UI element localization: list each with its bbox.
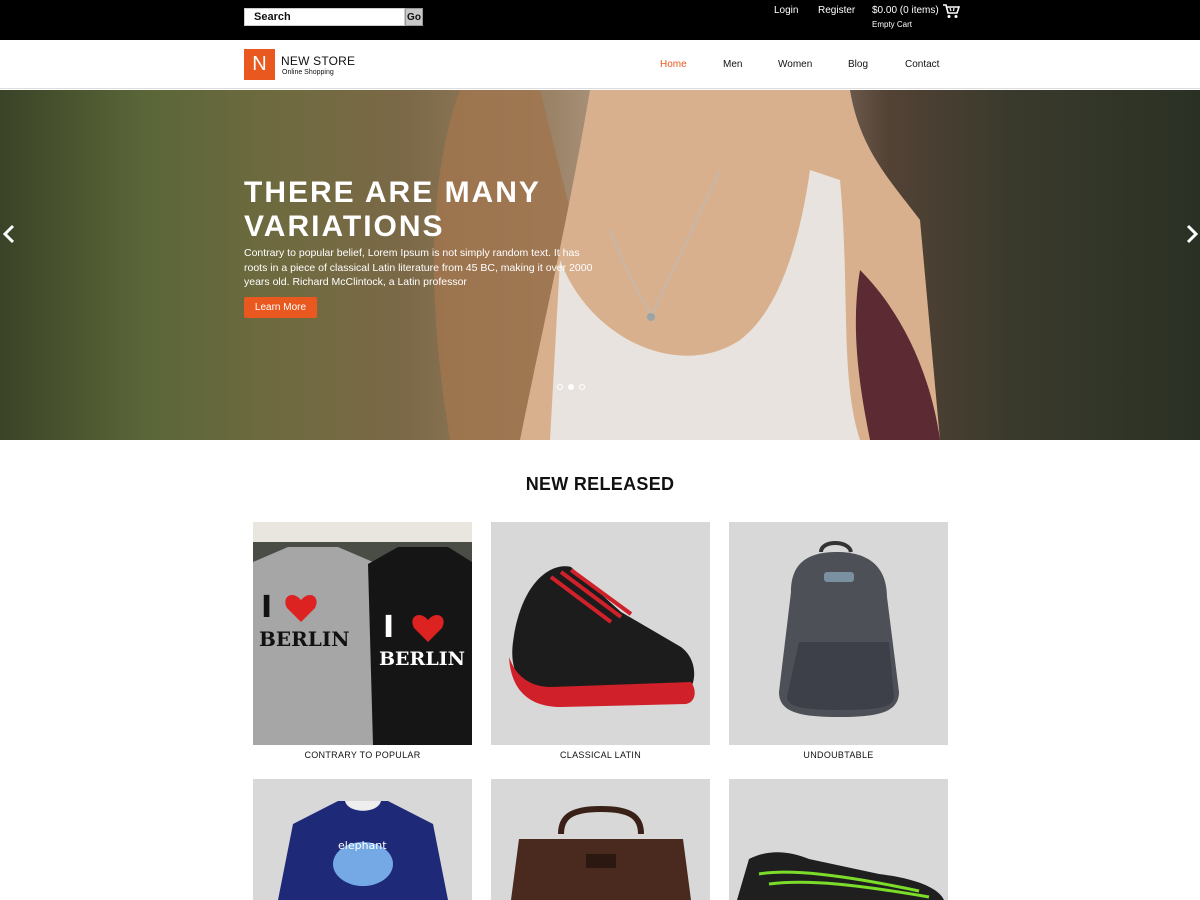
nav-contact[interactable]: Contact [905, 59, 939, 70]
chevron-left-icon[interactable] [0, 223, 20, 245]
search-go-button[interactable]: Go [405, 8, 423, 26]
logo-subtitle: Online Shopping [282, 69, 334, 76]
cart-icon[interactable] [942, 3, 960, 19]
product-image-sneaker-green[interactable] [729, 779, 948, 900]
product-image-backpack[interactable] [729, 522, 948, 745]
slider-dot-2[interactable] [568, 384, 574, 390]
logo-mark[interactable]: N [244, 49, 275, 80]
chevron-right-icon[interactable] [1182, 223, 1200, 245]
product-card[interactable] [491, 779, 710, 900]
main-header: N NEW STORE Online Shopping Home Men Wom… [0, 40, 1200, 89]
login-link[interactable]: Login [774, 5, 798, 16]
search-placeholder: Search [254, 11, 291, 23]
top-bar: Search Go Login Register $0.00 (0 items)… [0, 0, 1200, 40]
section-title: NEW RELEASED [525, 474, 675, 494]
svg-text:I: I [383, 610, 394, 645]
product-card[interactable]: I BERLIN I BERLIN CONTRARY TO POPULAR [253, 522, 472, 760]
product-image-tshirt-elephant[interactable]: elephant [253, 779, 472, 900]
product-caption[interactable]: CLASSICAL LATIN [491, 750, 710, 760]
search-input[interactable]: Search [244, 8, 405, 26]
learn-more-button[interactable]: Learn More [244, 297, 317, 318]
hero-slider: THERE ARE MANY VARIATIONS Contrary to po… [0, 90, 1200, 440]
svg-text:BERLIN: BERLIN [379, 648, 465, 670]
product-image-leather-bag[interactable] [491, 779, 710, 900]
slider-dot-3[interactable] [579, 384, 585, 390]
product-card[interactable]: UNDOUBTABLE [729, 522, 948, 760]
hero-text: Contrary to popular belief, Lorem Ipsum … [244, 247, 593, 288]
cart-status: Empty Cart [872, 20, 913, 29]
product-card[interactable]: elephant [253, 779, 472, 900]
svg-text:BERLIN: BERLIN [259, 627, 349, 651]
slider-dot-1[interactable] [557, 384, 563, 390]
register-link[interactable]: Register [818, 5, 855, 16]
product-image-tshirts[interactable]: I BERLIN I BERLIN [253, 522, 472, 745]
logo-title[interactable]: NEW STORE [281, 54, 355, 68]
nav-blog[interactable]: Blog [848, 59, 868, 70]
nav-home[interactable]: Home [660, 59, 687, 70]
svg-text:elephant: elephant [338, 839, 387, 852]
svg-text:I: I [261, 590, 272, 625]
hero-title: THERE ARE MANY VARIATIONS [244, 176, 541, 243]
product-caption[interactable]: UNDOUBTABLE [729, 750, 948, 760]
nav-men[interactable]: Men [723, 59, 742, 70]
product-caption[interactable]: CONTRARY TO POPULAR [253, 750, 472, 760]
nav-women[interactable]: Women [778, 59, 812, 70]
product-card[interactable] [729, 779, 948, 900]
product-image-sneaker[interactable] [491, 522, 710, 745]
product-card[interactable]: CLASSICAL LATIN [491, 522, 710, 760]
cart-summary[interactable]: $0.00 (0 items) [872, 5, 939, 16]
